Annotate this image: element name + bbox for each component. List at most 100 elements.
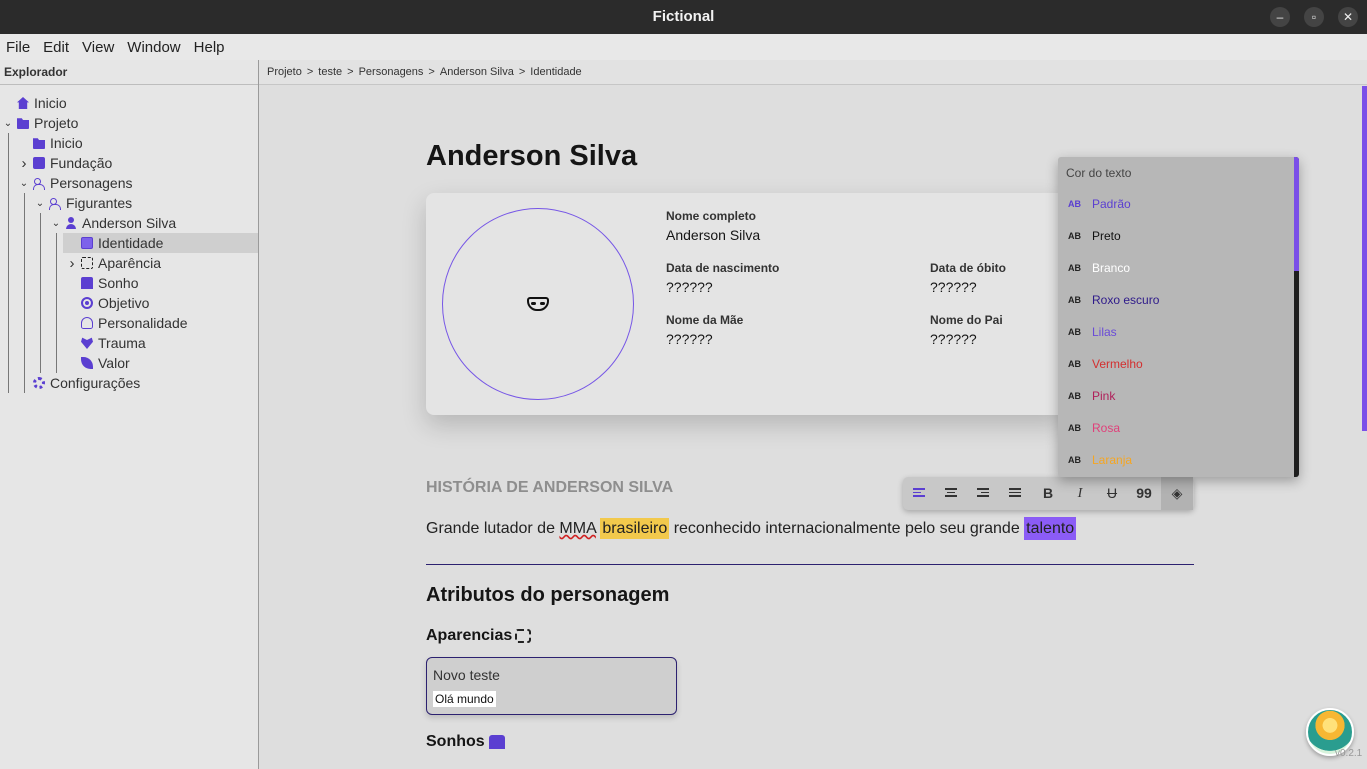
color-option[interactable]: AB Preto xyxy=(1058,220,1294,252)
format-toolbar: B I U 99 ◈ xyxy=(903,477,1194,510)
align-left-button[interactable] xyxy=(903,477,935,510)
minimize-button[interactable]: – xyxy=(1270,7,1290,27)
text-color-button[interactable]: ◈ xyxy=(1161,477,1193,510)
color-option[interactable]: AB Padrão xyxy=(1058,188,1294,220)
fingerprint-icon xyxy=(81,317,93,329)
color-option-label: Rosa xyxy=(1092,421,1121,435)
full-name-value[interactable]: Anderson Silva xyxy=(666,227,760,243)
avatar-placeholder[interactable] xyxy=(442,208,634,400)
attribute-card[interactable]: Novo teste Olá mundo xyxy=(426,657,677,715)
chevron-down-icon[interactable]: ⌄ xyxy=(2,118,14,129)
tree-guide xyxy=(8,133,9,393)
quote-button[interactable]: 99 xyxy=(1128,477,1160,510)
breadcrumb-anderson-silva[interactable]: Anderson Silva xyxy=(440,66,514,78)
color-option[interactable]: AB Lilas xyxy=(1058,316,1294,348)
tree-item-label: Anderson Silva xyxy=(82,215,177,231)
breadcrumb-teste[interactable]: teste xyxy=(318,66,342,78)
text-color-menu-heading: Cor do texto xyxy=(1066,166,1132,180)
history-text[interactable]: Grande lutador de MMA brasileiro reconhe… xyxy=(426,517,1077,540)
main-scrollbar[interactable] xyxy=(1362,86,1367,431)
chevron-down-icon[interactable]: ⌄ xyxy=(34,198,46,209)
tree-item-label: Personalidade xyxy=(98,315,188,331)
bed-icon xyxy=(81,277,93,289)
breadcrumb: Projeto > teste > Personagens > Anderson Silva… xyxy=(259,60,1367,85)
paint-bucket-icon: ◈ xyxy=(1171,485,1183,501)
align-justify-button[interactable] xyxy=(999,477,1031,510)
tree-item[interactable]: ⌄ Personagens xyxy=(18,173,133,193)
tree-item[interactable]: Personalidade xyxy=(66,313,188,333)
tree-item[interactable]: ⌄ Projeto xyxy=(2,113,79,133)
tree-item[interactable]: Inicio xyxy=(18,133,83,153)
color-option[interactable]: AB Rosa xyxy=(1058,412,1294,444)
birth-date-label: Data de nascimento xyxy=(666,261,780,275)
close-button[interactable]: ✕ xyxy=(1338,7,1358,27)
color-option[interactable]: AB Vermelho xyxy=(1058,348,1294,380)
tree-item[interactable]: Identidade xyxy=(66,233,163,253)
menu-edit[interactable]: Edit xyxy=(43,39,69,56)
folder-icon xyxy=(17,118,29,129)
tree-item[interactable]: Trauma xyxy=(66,333,146,353)
menu-file[interactable]: File xyxy=(6,39,30,56)
color-option[interactable]: AB Pink xyxy=(1058,380,1294,412)
tree-item-label: Valor xyxy=(98,355,130,371)
align-left-icon xyxy=(913,488,925,499)
mother-name-value[interactable]: ?????? xyxy=(666,331,713,347)
menu-scrollbar-thumb[interactable] xyxy=(1294,157,1299,271)
id-card-icon xyxy=(81,237,93,249)
tree-item[interactable]: ⌄ Anderson Silva xyxy=(50,213,176,233)
birth-date-value[interactable]: ?????? xyxy=(666,279,713,295)
chevron-right-icon[interactable]: › xyxy=(66,255,78,272)
color-option-label: Laranja xyxy=(1092,453,1133,467)
breadcrumb-personagens[interactable]: Personagens xyxy=(359,66,424,78)
history-heading: HISTÓRIA DE ANDERSON SILVA xyxy=(426,479,674,496)
death-date-value[interactable]: ?????? xyxy=(930,279,977,295)
tree-item[interactable]: › Aparência xyxy=(66,253,162,273)
tree-item[interactable]: ⌄ Figurantes xyxy=(34,193,132,213)
chevron-down-icon[interactable]: ⌄ xyxy=(50,218,62,229)
menu-window[interactable]: Window xyxy=(127,39,180,56)
bold-button[interactable]: B xyxy=(1032,477,1064,510)
tree-item-label: Identidade xyxy=(98,235,164,251)
color-option-label: Lilas xyxy=(1092,325,1117,339)
mother-name-label: Nome da Mãe xyxy=(666,313,744,327)
text-style-icon: AB xyxy=(1068,455,1081,465)
menu-view[interactable]: View xyxy=(82,39,114,56)
text-style-icon: AB xyxy=(1068,263,1081,273)
tree-item-label: Projeto xyxy=(34,115,79,131)
breadcrumb-separator: > xyxy=(518,66,526,78)
people-icon xyxy=(49,197,61,210)
tree-item-label: Inicio xyxy=(34,95,67,111)
tree-item[interactable]: Configurações xyxy=(18,373,140,393)
color-option[interactable]: AB Laranja xyxy=(1058,444,1294,476)
align-justify-icon xyxy=(1009,488,1021,499)
align-center-button[interactable] xyxy=(935,477,967,510)
tree-item[interactable]: Valor xyxy=(66,353,130,373)
breadcrumb-identidade[interactable]: Identidade xyxy=(530,66,581,78)
history-text-run: reconhecido internacionalmente pelo seu … xyxy=(669,520,1025,537)
breadcrumb-projeto[interactable]: Projeto xyxy=(267,66,302,78)
breadcrumb-separator: > xyxy=(347,66,354,78)
align-right-button[interactable] xyxy=(967,477,999,510)
tree-item[interactable]: Objetivo xyxy=(66,293,149,313)
target-icon xyxy=(81,297,93,309)
italic-button[interactable]: I xyxy=(1064,477,1096,510)
tree-item[interactable]: Sonho xyxy=(66,273,138,293)
strikethrough-button[interactable]: U xyxy=(1096,477,1128,510)
tree-item-label: Aparência xyxy=(98,255,162,271)
menu-help[interactable]: Help xyxy=(194,39,225,56)
tree-guide xyxy=(24,193,25,393)
breadcrumb-separator: > xyxy=(428,66,435,78)
chevron-down-icon[interactable]: ⌄ xyxy=(18,178,30,189)
maximize-button[interactable]: ▫ xyxy=(1304,7,1324,27)
tree-item[interactable]: › Fundação xyxy=(18,153,113,173)
father-name-value[interactable]: ?????? xyxy=(930,331,977,347)
tree-item[interactable]: Inicio xyxy=(2,93,67,113)
tree-item-label: Sonho xyxy=(98,275,139,291)
color-option[interactable]: AB Branco xyxy=(1058,252,1294,284)
identity-card: Nome completo Anderson Silva Data de nas… xyxy=(426,193,1066,415)
leaf-icon xyxy=(81,357,93,369)
chevron-right-icon[interactable]: › xyxy=(18,155,30,172)
heart-icon xyxy=(81,337,93,349)
color-option[interactable]: AB Roxo escuro xyxy=(1058,284,1294,316)
tree-item-label: Inicio xyxy=(50,135,83,151)
